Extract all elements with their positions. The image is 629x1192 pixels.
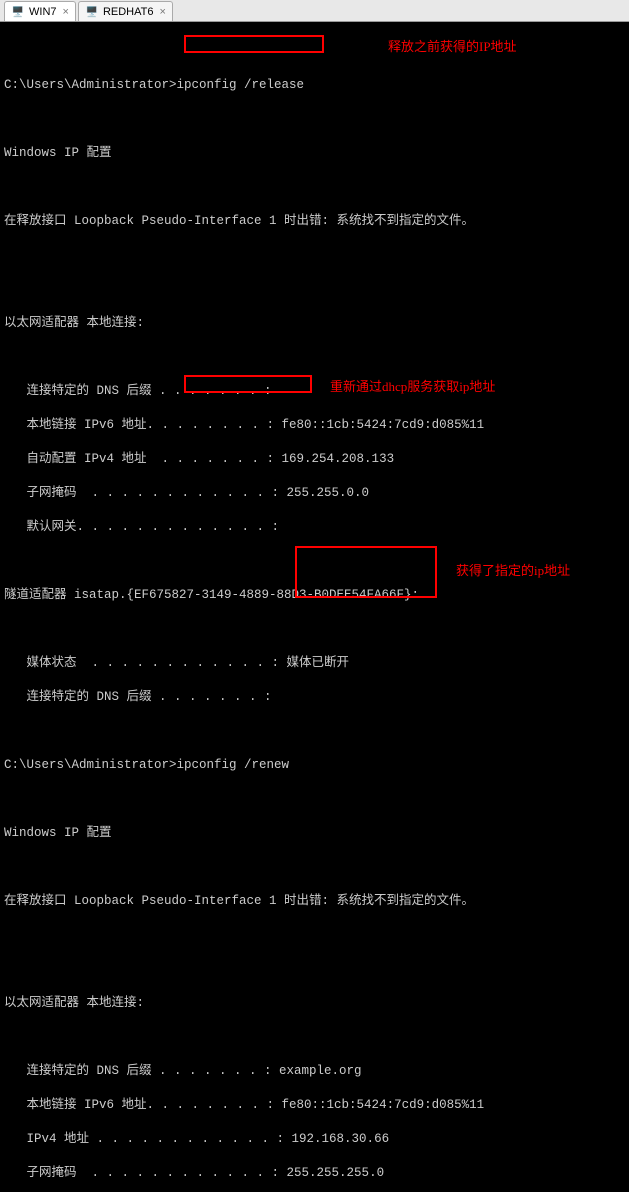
- eth-adapter-header: 以太网适配器 本地连接:: [4, 995, 625, 1012]
- annotation-renew: 重新通过dhcp服务获取ip地址: [330, 378, 495, 395]
- ip-config-header: Windows IP 配置: [4, 825, 625, 842]
- blank-line: [4, 859, 625, 876]
- prompt-line-renew: C:\Users\Administrator>ipconfig /renew: [4, 757, 625, 774]
- ipv6-link-row: 本地链接 IPv6 地址. . . . . . . . : fe80::1cb:…: [4, 1097, 625, 1114]
- tab-label: WIN7: [29, 6, 57, 18]
- dns-suffix-row: 连接特定的 DNS 后缀 . . . . . . . :: [4, 689, 625, 706]
- blank-line: [4, 349, 625, 366]
- subnet-row: 子网掩码 . . . . . . . . . . . . : 255.255.2…: [4, 1165, 625, 1182]
- media-state-row: 媒体状态 . . . . . . . . . . . . : 媒体已断开: [4, 655, 625, 672]
- gateway-row: 默认网关. . . . . . . . . . . . . :: [4, 519, 625, 536]
- tab-redhat6[interactable]: 🖥️ REDHAT6 ×: [78, 1, 173, 21]
- close-icon[interactable]: ×: [63, 6, 69, 18]
- terminal-output[interactable]: C:\Users\Administrator>ipconfig /release…: [0, 22, 629, 596]
- blank-line: [4, 281, 625, 298]
- loopback-error: 在释放接口 Loopback Pseudo-Interface 1 时出错: 系…: [4, 893, 625, 910]
- blank-line: [4, 723, 625, 740]
- blank-line: [4, 247, 625, 264]
- blank-line: [4, 961, 625, 978]
- blank-line: [4, 791, 625, 808]
- tab-label: REDHAT6: [103, 6, 154, 18]
- ipv4-row: IPv4 地址 . . . . . . . . . . . . : 192.16…: [4, 1131, 625, 1148]
- blank-line: [4, 111, 625, 128]
- cmd-release: ipconfig /release: [177, 78, 305, 92]
- tab-bar: 🖥️ WIN7 × 🖥️ REDHAT6 ×: [0, 0, 629, 22]
- eth-adapter-header: 以太网适配器 本地连接:: [4, 315, 625, 332]
- dns-suffix-row: 连接特定的 DNS 后缀 . . . . . . . : example.org: [4, 1063, 625, 1080]
- prompt-line-release: C:\Users\Administrator>ipconfig /release: [4, 77, 625, 94]
- subnet-row: 子网掩码 . . . . . . . . . . . . : 255.255.0…: [4, 485, 625, 502]
- blank-line: [4, 43, 625, 60]
- blank-line: [4, 621, 625, 638]
- loopback-error: 在释放接口 Loopback Pseudo-Interface 1 时出错: 系…: [4, 213, 625, 230]
- ip-config-header: Windows IP 配置: [4, 145, 625, 162]
- dns-suffix-row: 连接特定的 DNS 后缀 . . . . . . . :: [4, 383, 625, 400]
- blank-line: [4, 927, 625, 944]
- close-icon[interactable]: ×: [159, 6, 165, 18]
- monitor-icon: 🖥️: [11, 5, 25, 19]
- cmd-renew: ipconfig /renew: [177, 758, 290, 772]
- annotation-result: 获得了指定的ip地址: [456, 562, 570, 579]
- annotation-release: 释放之前获得的IP地址: [388, 38, 517, 55]
- ipv6-link-row: 本地链接 IPv6 地址. . . . . . . . : fe80::1cb:…: [4, 417, 625, 434]
- auto-ipv4-row: 自动配置 IPv4 地址 . . . . . . . : 169.254.208…: [4, 451, 625, 468]
- tab-win7[interactable]: 🖥️ WIN7 ×: [4, 1, 76, 21]
- blank-line: [4, 1029, 625, 1046]
- monitor-icon: 🖥️: [85, 5, 99, 19]
- blank-line: [4, 179, 625, 196]
